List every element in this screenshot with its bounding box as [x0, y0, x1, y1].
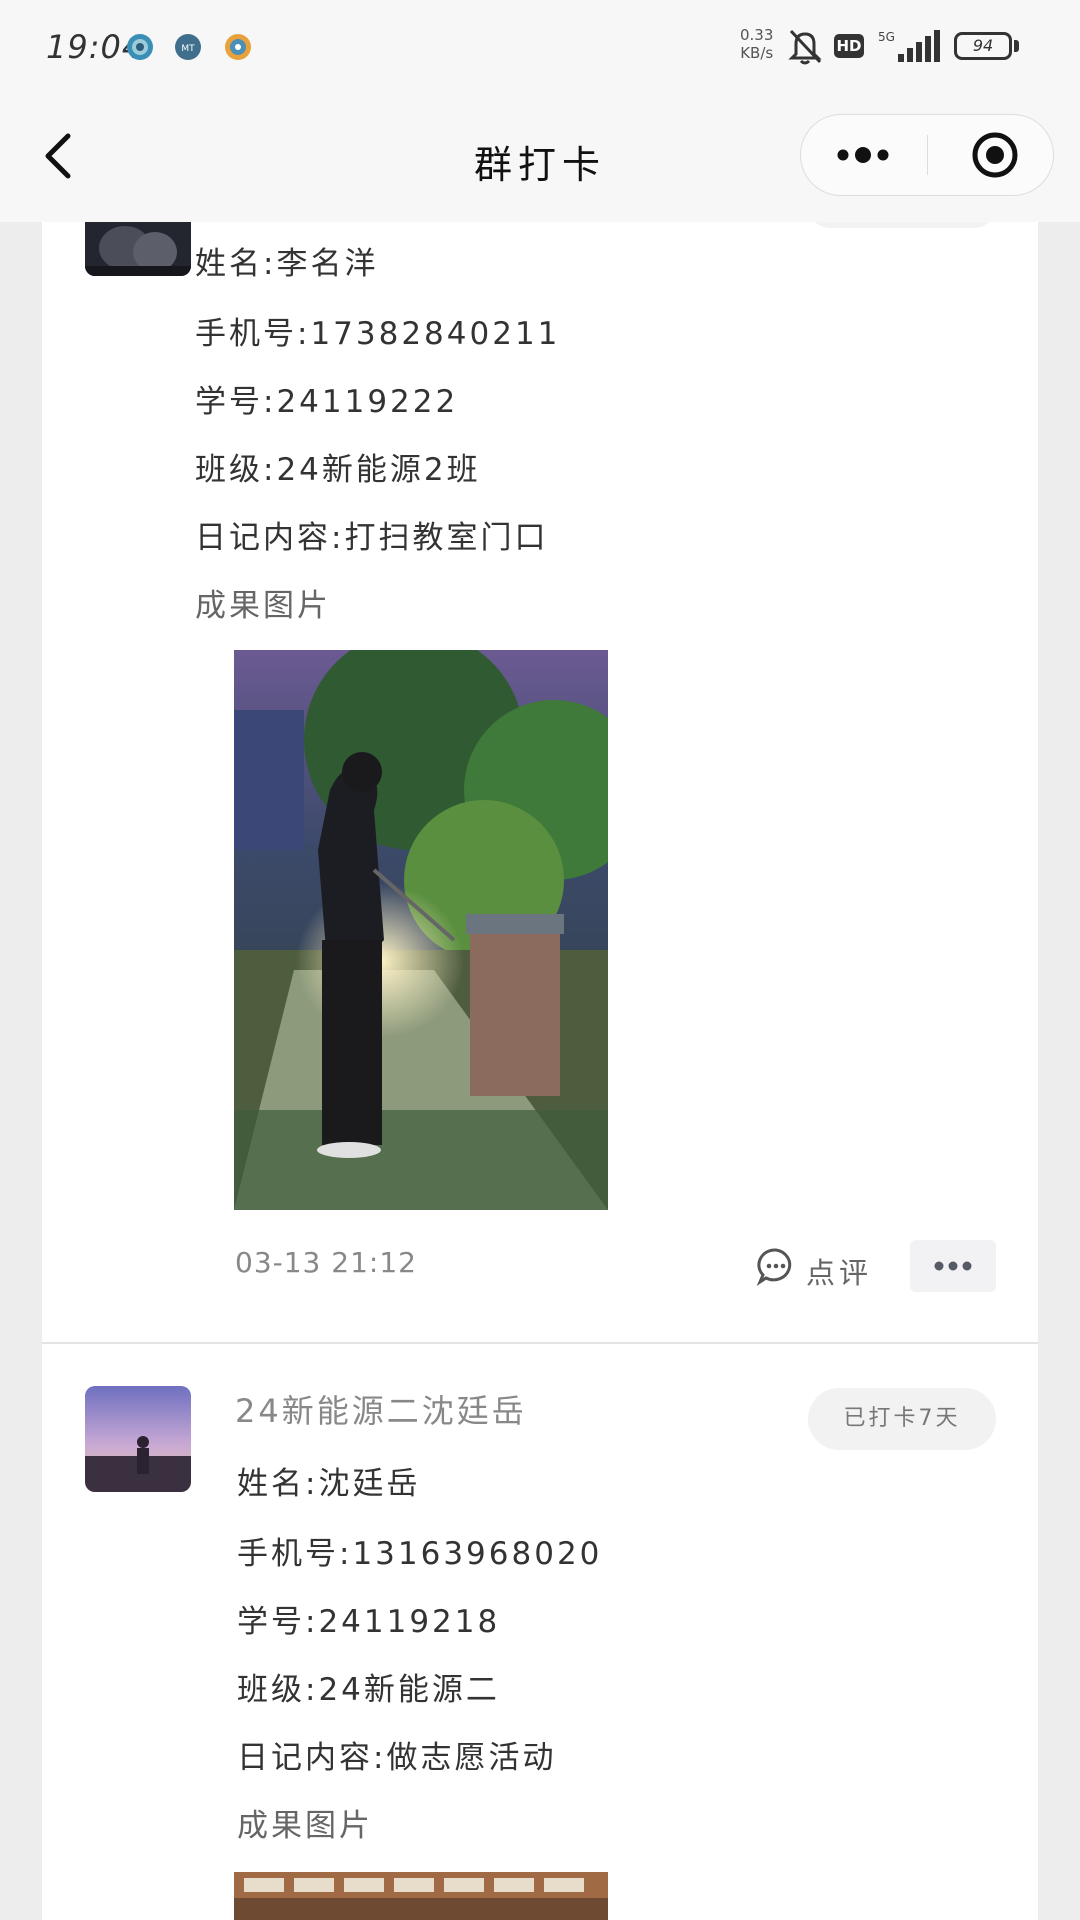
comment-button[interactable]: 点评	[756, 1242, 876, 1294]
more-dots-icon[interactable]	[801, 115, 927, 195]
status-bar: 19:04 MT 0.33 KB/s HD 5G 94	[0, 0, 1080, 96]
bell-muted-icon	[788, 29, 822, 65]
post-class: 班级:24新能源2班	[195, 452, 481, 488]
avatar[interactable]	[85, 222, 191, 276]
network-speed-unit: KB/s	[740, 44, 774, 62]
post-more-button[interactable]	[910, 1240, 996, 1292]
post-diary: 日记内容:打扫教室门口	[195, 520, 549, 556]
avatar[interactable]	[85, 1386, 191, 1492]
close-miniprogram-icon[interactable]	[928, 115, 1054, 195]
signal-icon	[898, 30, 940, 62]
post-nickname: 24新能源二沈廷岳	[235, 1392, 527, 1430]
network-speed: 0.33 KB/s	[740, 26, 773, 62]
post-timestamp: 03-13 21:12	[235, 1246, 417, 1279]
svg-text:MT: MT	[181, 44, 195, 54]
battery-level: 94	[972, 36, 994, 55]
checkin-days-badge: 已打卡7天	[808, 1388, 996, 1450]
comment-label: 点评	[806, 1256, 873, 1290]
post-name: 姓名:李名洋	[195, 246, 379, 282]
app-notification-icon	[127, 34, 153, 60]
checkin-feed: 姓名:李名洋 手机号:17382840211 学号:24119222 班级:24…	[0, 222, 1080, 1920]
post-class: 班级:24新能源二	[237, 1672, 500, 1708]
post-name: 姓名:沈廷岳	[237, 1466, 421, 1502]
post-student-id: 学号:24119218	[237, 1604, 501, 1640]
post-phone: 手机号:17382840211	[195, 316, 561, 352]
post-phone: 手机号:13163968020	[237, 1536, 603, 1572]
result-photo[interactable]	[234, 650, 608, 1210]
miniprogram-capsule	[800, 114, 1054, 196]
battery-tip	[1014, 40, 1019, 52]
meituan-icon: MT	[175, 34, 201, 60]
nav-bar: 群打卡	[0, 96, 1080, 222]
app-notification-icon-2	[225, 34, 251, 60]
hd-icon: HD	[834, 34, 864, 58]
checkin-badge-partial	[808, 222, 996, 228]
network-speed-value: 0.33	[740, 26, 774, 44]
post-photos-label: 成果图片	[237, 1808, 373, 1844]
comment-bubble-icon	[756, 1248, 792, 1286]
result-photo[interactable]	[234, 1872, 608, 1920]
post-diary: 日记内容:做志愿活动	[237, 1740, 557, 1776]
more-dots-icon	[934, 1261, 972, 1271]
post-student-id: 学号:24119222	[195, 384, 459, 420]
post-photos-label: 成果图片	[195, 588, 331, 624]
